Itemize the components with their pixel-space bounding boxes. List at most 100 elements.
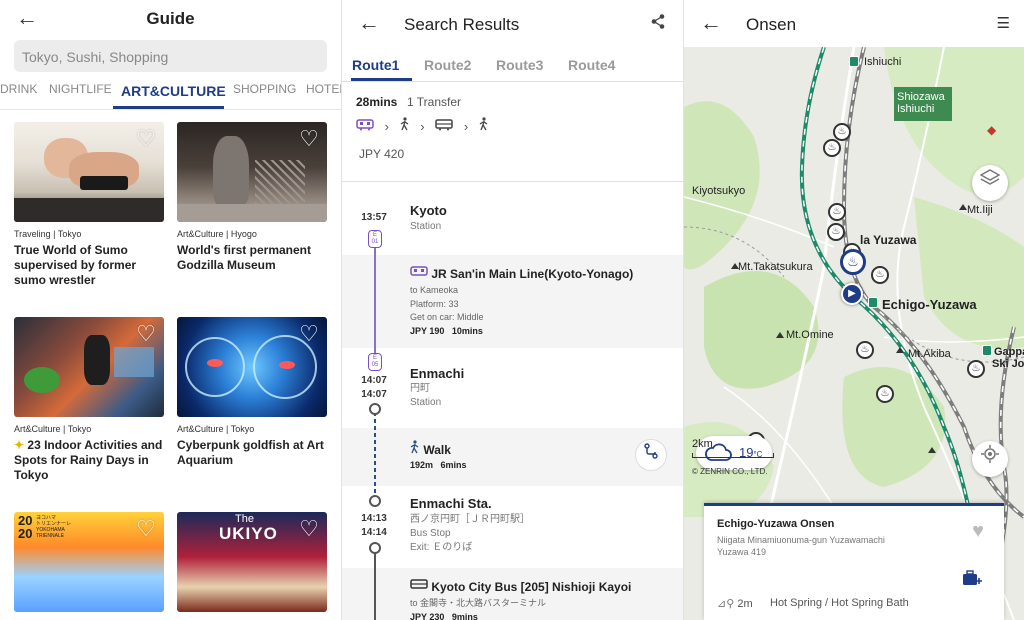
summary-divider [342, 181, 683, 182]
bus-icon [435, 119, 453, 134]
onsen-pin-icon[interactable]: ♨ [827, 223, 845, 241]
segment-duration: 10mins [451, 326, 483, 337]
map-label: Mt.Akiba [908, 348, 951, 360]
card-image: ♡ [177, 122, 327, 222]
tab-hotel[interactable]: HOTEL [306, 82, 341, 96]
onsen-address: Niigata Minamiuonuma-gun Yuzawamachi Yuz… [717, 534, 947, 558]
ukiyo-title: UKIYO [219, 524, 278, 543]
locate-me-button[interactable] [972, 441, 1008, 477]
guide-screen: ← Guide Tokyo, Sushi, Shopping DRINK NIG… [0, 0, 341, 620]
onsen-pin-icon[interactable]: ♨ [967, 360, 985, 378]
tab-route4[interactable]: Route4 [568, 57, 615, 73]
guide-card-goldfish[interactable]: ♡ Art&Culture | Tokyo Cyberpunk goldfish… [177, 317, 327, 468]
card-title: ✦ 23 Indoor Activities and Spots for Rai… [14, 438, 164, 483]
map-label: Mt.Takatsukura [738, 261, 813, 273]
card-title-text: 23 Indoor Activities and Spots for Rainy… [14, 438, 163, 482]
chevron-right-icon: › [384, 119, 389, 134]
card-title: World's first permanent Godzilla Museum [177, 243, 311, 272]
guide-card-triennale[interactable]: 20 20 ヨコハマ トリエンナーレ YOKOHAMA TRIENNALE ♡ [14, 512, 164, 612]
heart-icon[interactable]: ♡ [298, 323, 320, 345]
route-fare: JPY 420 [359, 147, 405, 161]
segment-direction: to 金閣寺・北大路バスターミナル [410, 598, 547, 608]
tab-nightlife[interactable]: NIGHTLIFE [49, 82, 112, 96]
heart-icon[interactable]: ♡ [135, 128, 157, 150]
heart-icon[interactable]: ♥ [972, 520, 984, 543]
onsen-pin-icon[interactable]: ♨ [856, 341, 874, 359]
station-number-badge: E 05 [368, 353, 382, 371]
selected-onsen-pin-icon[interactable]: ♨ [840, 249, 866, 275]
guide-card-sumo[interactable]: ♡ Traveling | Tokyo True World of Sumo s… [14, 122, 164, 288]
tab-art-culture[interactable]: ART&CULTURE [121, 83, 226, 99]
tab-route3[interactable]: Route3 [496, 57, 543, 73]
tab-route1[interactable]: Route1 [352, 57, 399, 73]
stop-name[interactable]: Enmachi Sta. [410, 496, 492, 511]
route-mode-sequence: › › › [356, 117, 496, 134]
segment-distance: 192m [410, 460, 434, 470]
heart-icon[interactable]: ♡ [135, 323, 157, 345]
walk-icon [479, 117, 489, 134]
chevron-right-icon: › [420, 119, 425, 134]
stop-time: 13:57 [361, 212, 387, 223]
segment-fare: JPY 190 [410, 326, 445, 337]
share-icon[interactable] [651, 14, 665, 33]
route-tabs: Route1 Route2 Route3 Route4 [342, 52, 683, 82]
back-arrow-icon[interactable]: ← [700, 12, 722, 34]
chevron-right-icon: › [463, 119, 469, 134]
stop-name-jp: 西ノ京円町［ＪＲ円町駅］ [410, 514, 530, 525]
map-label-area: Shiozawa Ishiuchi [894, 87, 952, 121]
back-arrow-icon[interactable]: ← [358, 12, 380, 34]
search-input[interactable]: Tokyo, Sushi, Shopping [14, 40, 327, 72]
map-canvas[interactable]: ♨ ♨ ♨ ♨ ♨ ♨ ♨ ▶ ♨ ♨ ♨ ♨ Ishiuchi Shiozaw… [684, 47, 1024, 620]
walking-route-map-button[interactable] [635, 439, 667, 471]
segment-title[interactable]: Walk [410, 440, 451, 457]
onsen-pin-icon[interactable]: ♨ [828, 203, 846, 221]
segment-title[interactable]: JR San'in Main Line(Kyoto-Yonago) [410, 266, 633, 281]
stop-name[interactable]: Kyoto [410, 203, 447, 218]
stop-type: Station [410, 397, 442, 408]
add-to-trip-icon[interactable] [962, 570, 982, 590]
stop-type: Station [410, 221, 442, 232]
distance-value: 2m [737, 598, 753, 610]
map-label: la Yuzawa [860, 233, 917, 247]
station-icon [849, 56, 859, 67]
card-image: 20 20 ヨコハマ トリエンナーレ YOKOHAMA TRIENNALE ♡ [14, 512, 164, 612]
segment-platform: Platform: 33 [410, 298, 459, 309]
tab-drink[interactable]: DRINK [0, 82, 37, 96]
segment-direction: to Kameoka [410, 285, 459, 295]
onsen-pin-icon[interactable]: ♨ [823, 139, 841, 157]
sparkle-icon: ✦ [14, 438, 25, 452]
onsen-map-screen: ← Onsen ☰ ♨ ♨ ♨ ♨ ♨ ♨ ▶ ♨ ♨ ♨ Ishiuchi S… [684, 0, 1024, 620]
layers-button[interactable] [972, 165, 1008, 201]
onsen-pin-icon[interactable]: ♨ [833, 123, 851, 141]
heart-icon[interactable]: ♡ [298, 518, 320, 540]
compass-icon[interactable]: ◆ [987, 123, 996, 137]
page-title: Guide [146, 9, 195, 28]
onsen-pin-icon[interactable]: ♨ [876, 385, 894, 403]
heart-icon[interactable]: ♡ [298, 128, 320, 150]
segment-duration: 9mins [451, 611, 478, 620]
train-icon [410, 266, 431, 281]
card-category: Art&Culture | Tokyo [14, 424, 92, 434]
list-view-icon[interactable]: ☰ [997, 14, 1010, 32]
stop-type: Bus Stop [410, 528, 451, 539]
guide-card-godzilla[interactable]: ♡ Art&Culture | Hyogo World's first perm… [177, 122, 327, 273]
timeline-train-line [374, 240, 376, 360]
segment-title[interactable]: Kyoto City Bus [205] Nishioji Kayoi [410, 579, 631, 594]
map-label: Echigo-Yuzawa [882, 297, 977, 312]
tab-shopping[interactable]: SHOPPING [233, 82, 296, 96]
tab-route2[interactable]: Route2 [424, 57, 471, 73]
onsen-info-card[interactable]: Echigo-Yuzawa Onsen Niigata Minamiuonuma… [704, 503, 1004, 620]
guide-card-indoor[interactable]: ♡ Art&Culture | Tokyo ✦ 23 Indoor Activi… [14, 317, 164, 483]
station-icon [868, 297, 878, 308]
guide-card-ukiyo[interactable]: The UKIYO ♡ [177, 512, 327, 612]
heart-icon[interactable]: ♡ [135, 518, 157, 540]
stop-name[interactable]: Enmachi [410, 366, 464, 381]
bus-icon [410, 579, 431, 594]
timeline-bus-line [374, 548, 376, 620]
segment-details: to 金閣寺・北大路バスターミナル JPY 230 9mins [410, 597, 546, 620]
badge-number: 01 [371, 239, 379, 245]
onsen-pin-icon[interactable]: ♨ [871, 266, 889, 284]
card-image: ♡ [14, 317, 164, 417]
timeline-node [369, 495, 381, 507]
walk-icon [400, 117, 410, 134]
